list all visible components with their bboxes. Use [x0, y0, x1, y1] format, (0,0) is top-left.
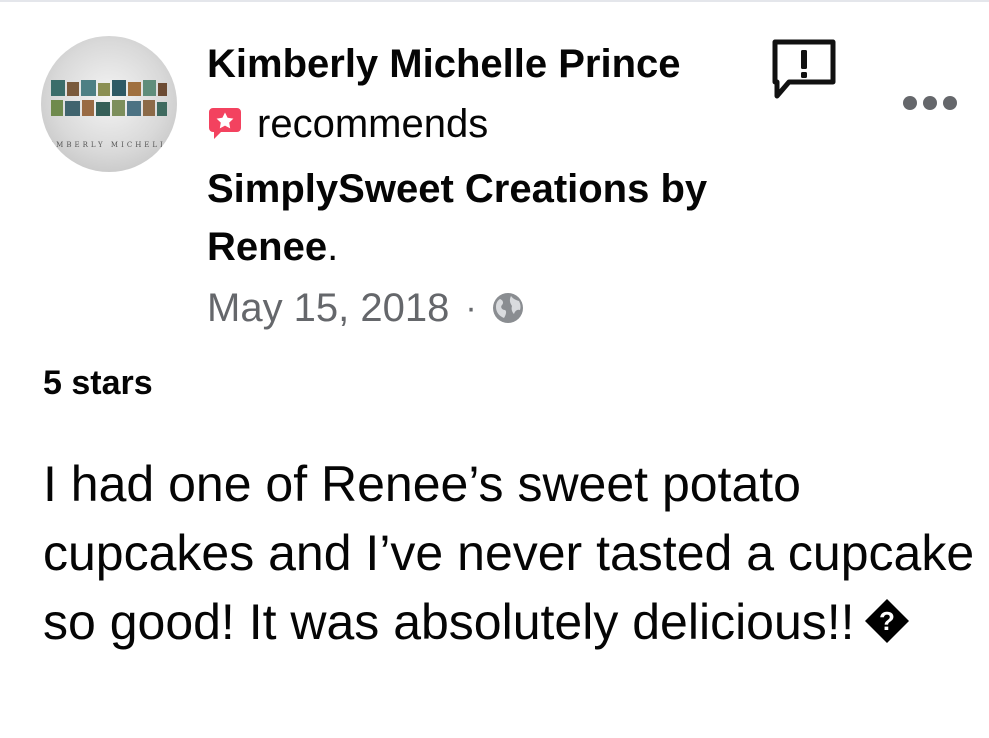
post-date-link[interactable]: May 15, 2018	[207, 283, 449, 333]
author-avatar[interactable]: KIMBERLY MICHELLE	[41, 36, 177, 172]
review-body: I had one of Renee’s sweet potato cupcak…	[43, 450, 983, 657]
recommends-label: recommends	[257, 102, 489, 146]
recommendation-star-icon	[209, 108, 241, 139]
avatar-logo-mosaic	[51, 80, 167, 116]
recommendation-row: recommends	[207, 100, 488, 148]
recommended-page-name: SimplySweet Creations by Renee.	[207, 160, 727, 276]
top-divider	[0, 0, 989, 2]
page-name-link[interactable]: SimplySweet Creations by Renee	[207, 167, 707, 269]
author-name-link[interactable]: Kimberly Michelle Prince	[207, 40, 681, 88]
page-name-period: .	[327, 225, 339, 269]
unknown-emoji-icon: ?	[864, 599, 909, 643]
rating-text: 5 stars	[43, 364, 153, 402]
avatar-caption: KIMBERLY MICHELLE	[42, 141, 176, 149]
review-text: I had one of Renee’s sweet potato cupcak…	[43, 456, 975, 650]
globe-icon[interactable]	[491, 291, 525, 325]
meta-separator: ·	[465, 288, 477, 327]
emoji-fallback-glyph: ?	[879, 606, 895, 636]
report-flag-icon[interactable]	[771, 38, 837, 102]
post-meta: May 15, 2018 ·	[207, 283, 525, 333]
more-options-icon[interactable]	[900, 92, 960, 114]
